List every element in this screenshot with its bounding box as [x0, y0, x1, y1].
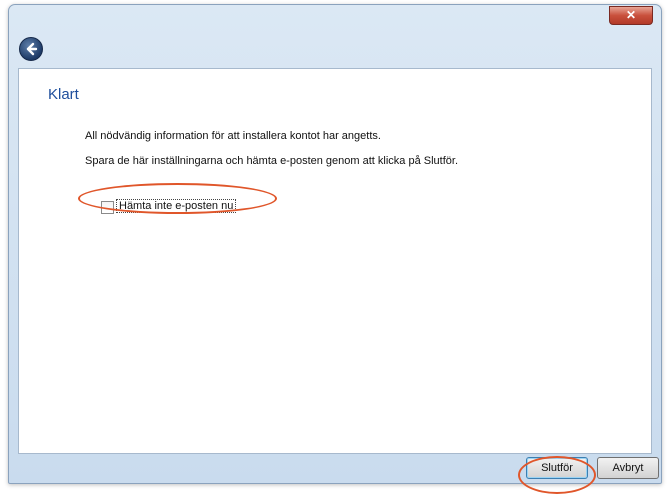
instruction-text: Spara de här inställningarna och hämta e… [85, 155, 459, 167]
cancel-button[interactable]: Avbryt [597, 457, 659, 479]
content-panel: Klart All nödvändig information för att … [18, 68, 652, 454]
page-heading: Klart [48, 86, 79, 103]
checkbox-highlight-ellipse [78, 183, 277, 214]
title-bar: ✕ [9, 5, 661, 33]
navigation-bar [9, 33, 661, 65]
back-button[interactable] [19, 37, 43, 61]
info-text: All nödvändig information för att instal… [85, 130, 381, 142]
close-button[interactable]: ✕ [609, 6, 653, 25]
finish-highlight-ellipse [518, 456, 596, 494]
wizard-window: ✕ Klart All nödvändig information för at… [8, 4, 662, 484]
arrow-left-icon [26, 42, 38, 56]
